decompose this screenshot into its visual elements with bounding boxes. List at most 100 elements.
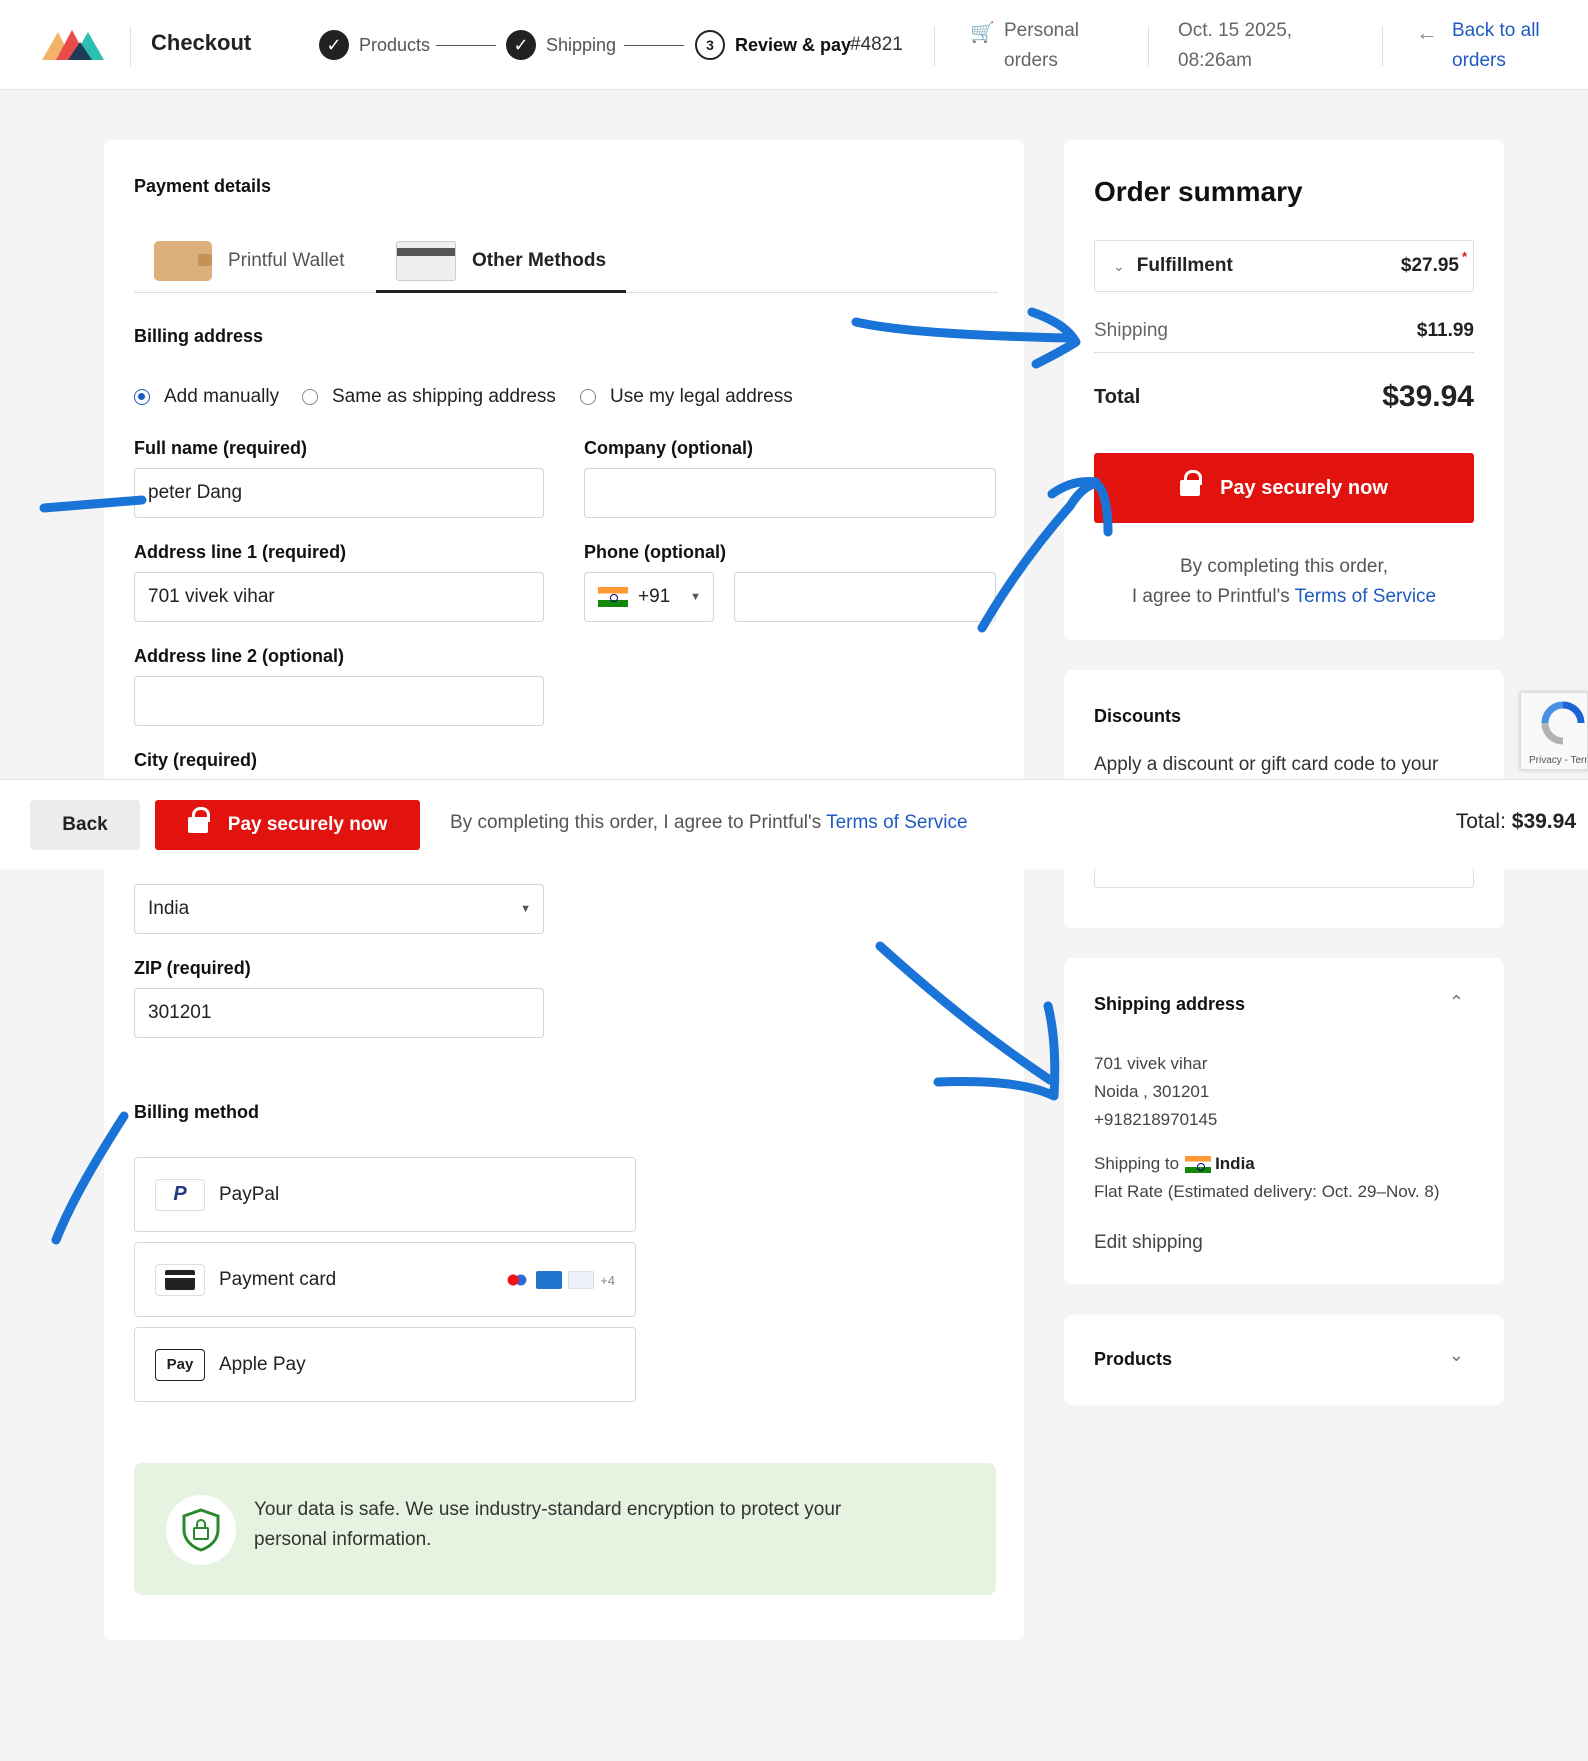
company-label: Company (optional) (584, 438, 753, 458)
tab-label: Other Methods (472, 250, 607, 271)
method-label: Payment card (219, 1268, 337, 1290)
caret-down-icon: ▼ (690, 591, 701, 603)
zip-input[interactable]: 301201 (134, 988, 544, 1038)
fulfillment-label: Fulfillment (1136, 255, 1233, 276)
back-to-orders-link[interactable]: Back to all orders (1452, 16, 1562, 76)
payment-panel: Payment details Printful Wallet Other Me… (104, 140, 1024, 1640)
india-flag-icon (1185, 1155, 1212, 1173)
cart-icon: 🛒 (970, 22, 995, 44)
full-name-label: Full name (required) (134, 438, 308, 458)
pay-button-label: Pay securely now (1220, 476, 1388, 499)
order-number: #4821 (850, 34, 903, 55)
address2-input[interactable] (134, 676, 544, 726)
radio-legal-address[interactable]: Use my legal address (580, 386, 793, 408)
address1-input[interactable]: 701 vivek vihar (134, 572, 544, 622)
recaptcha-badge[interactable]: Privacy - Terms (1520, 692, 1588, 770)
discount-code-input[interactable] (1094, 866, 1474, 888)
terms-of-service-link[interactable]: Terms of Service (1295, 586, 1436, 607)
header: Checkout ✓ Products ✓ Shipping 3 Review … (0, 0, 1588, 90)
shipping-value: $11.99 (1416, 320, 1474, 341)
discounts-title: Discounts (1094, 706, 1182, 726)
amex-icon (536, 1271, 563, 1289)
tab-other-methods[interactable]: Other Methods (396, 230, 606, 292)
shipping-row: Shipping $11.99 (1094, 316, 1474, 346)
printful-logo[interactable] (42, 28, 110, 60)
products-panel[interactable]: Products ⌄ (1064, 1315, 1504, 1405)
header-divider (1148, 26, 1149, 66)
radio-label: Add manually (164, 386, 280, 407)
phone-input[interactable] (734, 572, 996, 622)
sticky-total-label: Total: (1455, 810, 1506, 833)
pay-securely-button[interactable]: Pay securely now (1094, 453, 1474, 523)
method-label: PayPal (219, 1183, 280, 1205)
tab-printful-wallet[interactable]: Printful Wallet (154, 230, 345, 292)
step-review-pay: 3 Review & pay (695, 30, 851, 60)
card-brands: +4 (504, 1271, 615, 1289)
step-number: 3 (695, 30, 725, 60)
maestro-icon (504, 1271, 531, 1289)
time-line: 08:26am (1178, 50, 1252, 71)
page-title: Checkout (151, 30, 252, 55)
apple-pay-badge-text: Pay (166, 1356, 194, 1373)
terms-of-service-link[interactable]: Terms of Service (826, 812, 967, 833)
back-button[interactable]: Back (30, 800, 140, 850)
shipping-to-label: Shipping to (1094, 1154, 1180, 1173)
total-label: Total (1094, 385, 1141, 408)
method-apple-pay[interactable]: Pay Apple Pay (134, 1327, 636, 1402)
edit-shipping-link[interactable]: Edit shipping (1094, 1232, 1203, 1254)
personal-orders-link[interactable]: Personal orders (1004, 16, 1124, 76)
discounts-text: Apply a discount or gift card code to yo… (1094, 754, 1439, 775)
company-input[interactable] (584, 468, 996, 518)
radio-label: Use my legal address (610, 386, 793, 407)
country-value: India (148, 898, 190, 919)
shipping-country: India (1215, 1154, 1255, 1173)
header-divider (934, 26, 935, 66)
radio-same-as-shipping[interactable]: Same as shipping address (302, 386, 556, 408)
agree-text: By completing this order, I agree to Pri… (1094, 552, 1474, 612)
step-shipping[interactable]: ✓ Shipping (506, 30, 616, 60)
recaptcha-icon (1541, 701, 1585, 745)
date-line: Oct. 15 2025, (1178, 20, 1293, 41)
chevron-down-icon[interactable]: ⌄ (1449, 1345, 1464, 1366)
country-select[interactable]: India ▼ (134, 884, 544, 934)
address-line: Noida , 301201 (1094, 1082, 1210, 1101)
india-flag-icon (598, 586, 628, 607)
products-title: Products (1094, 1349, 1173, 1369)
check-icon: ✓ (506, 30, 536, 60)
check-icon: ✓ (319, 30, 349, 60)
shipping-to-line: Shipping to India (1094, 1154, 1255, 1174)
sticky-total: Total: $39.94 (1456, 810, 1576, 834)
step-products[interactable]: ✓ Products (319, 30, 430, 60)
card-icon (396, 241, 456, 281)
fulfillment-value: $27.95 (1400, 255, 1459, 276)
shipping-label: Shipping (1094, 320, 1168, 341)
sticky-pay-button[interactable]: Pay securely now (155, 800, 420, 850)
header-divider (1382, 26, 1383, 66)
radio-add-manually[interactable]: Add manually (134, 386, 279, 408)
step-label: Review & pay (735, 34, 852, 55)
visa-icon (568, 1271, 595, 1289)
sticky-agree-text: By completing this order, I agree to Pri… (450, 812, 968, 834)
fulfillment-row[interactable]: ⌄ Fulfillment $27.95 * (1094, 240, 1474, 292)
address-phone: +918218970145 (1094, 1110, 1218, 1129)
method-paypal[interactable]: P PayPal (134, 1157, 636, 1232)
address2-label: Address line 2 (optional) (134, 646, 345, 666)
method-payment-card[interactable]: Payment card +4 (134, 1242, 636, 1317)
method-label: Apple Pay (219, 1353, 306, 1375)
step-label: Products (359, 34, 431, 55)
full-name-input[interactable]: peter Dang (134, 468, 544, 518)
chevron-down-icon: ⌄ (1113, 257, 1125, 274)
lock-icon (1180, 470, 1203, 498)
credit-card-icon (155, 1263, 205, 1296)
zip-label: ZIP (required) (134, 958, 251, 978)
step-connector (436, 45, 496, 46)
order-date: Oct. 15 2025, 08:26am (1178, 16, 1292, 76)
header-divider (130, 26, 131, 66)
order-summary-title: Order summary (1094, 176, 1303, 207)
billing-address-title: Billing address (134, 326, 264, 346)
chevron-up-icon[interactable]: ⌃ (1449, 992, 1464, 1013)
step-label: Shipping (546, 34, 617, 55)
shipping-address-title: Shipping address (1094, 994, 1246, 1014)
phone-country-select[interactable]: +91 ▼ (584, 572, 714, 622)
payment-details-title: Payment details (134, 176, 272, 196)
